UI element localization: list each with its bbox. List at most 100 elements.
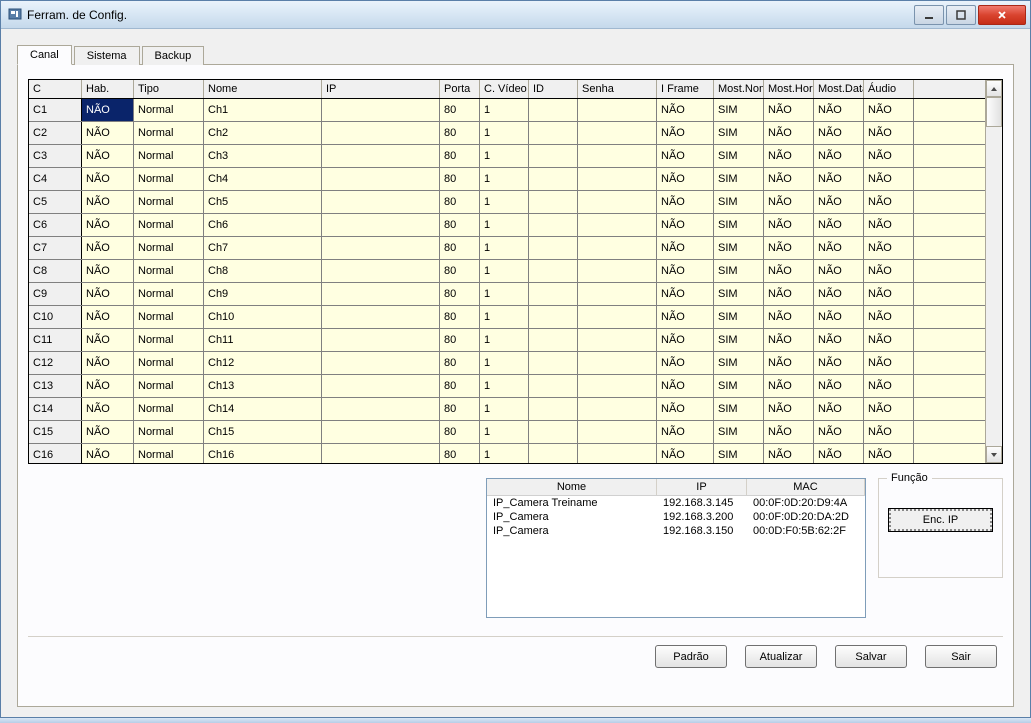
cell-mh[interactable]: NÃO xyxy=(764,375,814,397)
table-row[interactable]: C10NÃONormalCh10801NÃOSIMNÃONÃONÃO xyxy=(29,306,985,329)
cell-hab[interactable]: NÃO xyxy=(82,260,134,282)
cell-porta[interactable]: 80 xyxy=(440,444,480,463)
cell-iframe[interactable]: NÃO xyxy=(657,214,714,236)
cell-nome[interactable]: Ch15 xyxy=(204,421,322,443)
cell-tipo[interactable]: Normal xyxy=(134,352,204,374)
cell-md[interactable]: NÃO xyxy=(814,191,864,213)
cell-mh[interactable]: NÃO xyxy=(764,214,814,236)
cell-mh[interactable]: NÃO xyxy=(764,352,814,374)
cell-nome[interactable]: Ch10 xyxy=(204,306,322,328)
cell-md[interactable]: NÃO xyxy=(814,306,864,328)
tab-sistema[interactable]: Sistema xyxy=(74,46,140,65)
table-row[interactable]: C14NÃONormalCh14801NÃOSIMNÃONÃONÃO xyxy=(29,398,985,421)
cell-mh[interactable]: NÃO xyxy=(764,260,814,282)
cell-ip[interactable] xyxy=(322,260,440,282)
cell-au[interactable]: NÃO xyxy=(864,122,914,144)
cell-id[interactable] xyxy=(529,122,578,144)
cell-senha[interactable] xyxy=(578,122,657,144)
cell-ip[interactable] xyxy=(322,352,440,374)
cell-hab[interactable]: NÃO xyxy=(82,421,134,443)
cell-mh[interactable]: NÃO xyxy=(764,168,814,190)
cell-cv[interactable]: 1 xyxy=(480,283,529,305)
cell-mh[interactable]: NÃO xyxy=(764,283,814,305)
cell-iframe[interactable]: NÃO xyxy=(657,168,714,190)
table-row[interactable]: C3NÃONormalCh3801NÃOSIMNÃONÃONÃO xyxy=(29,145,985,168)
cell-cv[interactable]: 1 xyxy=(480,122,529,144)
cell-id[interactable] xyxy=(529,329,578,351)
cell-iframe[interactable]: NÃO xyxy=(657,306,714,328)
table-row[interactable]: C12NÃONormalCh12801NÃOSIMNÃONÃONÃO xyxy=(29,352,985,375)
cell-ip[interactable] xyxy=(322,214,440,236)
cell-mh[interactable]: NÃO xyxy=(764,306,814,328)
cell-tipo[interactable]: Normal xyxy=(134,398,204,420)
cell-porta[interactable]: 80 xyxy=(440,237,480,259)
cell-ip[interactable] xyxy=(322,145,440,167)
dev-col-ip[interactable]: IP xyxy=(657,479,747,495)
cell-au[interactable]: NÃO xyxy=(864,237,914,259)
cell-porta[interactable]: 80 xyxy=(440,421,480,443)
cell-c[interactable]: C12 xyxy=(29,352,82,374)
cell-porta[interactable]: 80 xyxy=(440,122,480,144)
cell-mh[interactable]: NÃO xyxy=(764,191,814,213)
cell-tipo[interactable]: Normal xyxy=(134,306,204,328)
cell-senha[interactable] xyxy=(578,352,657,374)
cell-porta[interactable]: 80 xyxy=(440,99,480,121)
cell-hab[interactable]: NÃO xyxy=(82,329,134,351)
cell-porta[interactable]: 80 xyxy=(440,398,480,420)
cell-nome[interactable]: Ch14 xyxy=(204,398,322,420)
grid-body[interactable]: C1NÃONormalCh1801NÃOSIMNÃONÃONÃOC2NÃONor… xyxy=(29,99,985,463)
cell-au[interactable]: NÃO xyxy=(864,99,914,121)
scroll-down-button[interactable] xyxy=(986,446,1002,463)
cell-mn[interactable]: SIM xyxy=(714,168,764,190)
column-header[interactable]: Senha xyxy=(578,80,657,98)
table-row[interactable]: C6NÃONormalCh6801NÃOSIMNÃONÃONÃO xyxy=(29,214,985,237)
table-row[interactable]: C11NÃONormalCh11801NÃOSIMNÃONÃONÃO xyxy=(29,329,985,352)
cell-mh[interactable]: NÃO xyxy=(764,99,814,121)
device-row[interactable]: IP_Camera192.168.3.15000:0D:F0:5B:62:2F xyxy=(487,524,865,538)
column-header[interactable]: Hab. xyxy=(82,80,134,98)
cell-au[interactable]: NÃO xyxy=(864,444,914,463)
cell-id[interactable] xyxy=(529,214,578,236)
cell-hab[interactable]: NÃO xyxy=(82,145,134,167)
cell-tipo[interactable]: Normal xyxy=(134,191,204,213)
cell-id[interactable] xyxy=(529,421,578,443)
titlebar[interactable]: Ferram. de Config. xyxy=(1,1,1030,29)
cell-c[interactable]: C3 xyxy=(29,145,82,167)
cell-tipo[interactable]: Normal xyxy=(134,122,204,144)
cell-au[interactable]: NÃO xyxy=(864,214,914,236)
cell-md[interactable]: NÃO xyxy=(814,145,864,167)
cell-c[interactable]: C6 xyxy=(29,214,82,236)
table-row[interactable]: C8NÃONormalCh8801NÃOSIMNÃONÃONÃO xyxy=(29,260,985,283)
cell-hab[interactable]: NÃO xyxy=(82,214,134,236)
cell-id[interactable] xyxy=(529,99,578,121)
cell-cv[interactable]: 1 xyxy=(480,168,529,190)
scroll-thumb[interactable] xyxy=(986,97,1002,127)
cell-md[interactable]: NÃO xyxy=(814,329,864,351)
cell-ip[interactable] xyxy=(322,421,440,443)
cell-cv[interactable]: 1 xyxy=(480,329,529,351)
cell-nome[interactable]: Ch9 xyxy=(204,283,322,305)
table-row[interactable]: C5NÃONormalCh5801NÃOSIMNÃONÃONÃO xyxy=(29,191,985,214)
default-button[interactable]: Padrão xyxy=(655,645,727,668)
cell-c[interactable]: C14 xyxy=(29,398,82,420)
cell-mn[interactable]: SIM xyxy=(714,352,764,374)
table-row[interactable]: C16NÃONormalCh16801NÃOSIMNÃONÃONÃO xyxy=(29,444,985,463)
cell-ip[interactable] xyxy=(322,99,440,121)
cell-cv[interactable]: 1 xyxy=(480,191,529,213)
cell-porta[interactable]: 80 xyxy=(440,306,480,328)
cell-md[interactable]: NÃO xyxy=(814,444,864,463)
cell-iframe[interactable]: NÃO xyxy=(657,375,714,397)
cell-au[interactable]: NÃO xyxy=(864,306,914,328)
cell-mn[interactable]: SIM xyxy=(714,214,764,236)
table-row[interactable]: C13NÃONormalCh13801NÃOSIMNÃONÃONÃO xyxy=(29,375,985,398)
cell-c[interactable]: C16 xyxy=(29,444,82,463)
cell-senha[interactable] xyxy=(578,237,657,259)
cell-senha[interactable] xyxy=(578,375,657,397)
table-row[interactable]: C2NÃONormalCh2801NÃOSIMNÃONÃONÃO xyxy=(29,122,985,145)
cell-senha[interactable] xyxy=(578,145,657,167)
cell-tipo[interactable]: Normal xyxy=(134,375,204,397)
cell-hab[interactable]: NÃO xyxy=(82,398,134,420)
cell-id[interactable] xyxy=(529,260,578,282)
cell-mn[interactable]: SIM xyxy=(714,99,764,121)
cell-cv[interactable]: 1 xyxy=(480,145,529,167)
